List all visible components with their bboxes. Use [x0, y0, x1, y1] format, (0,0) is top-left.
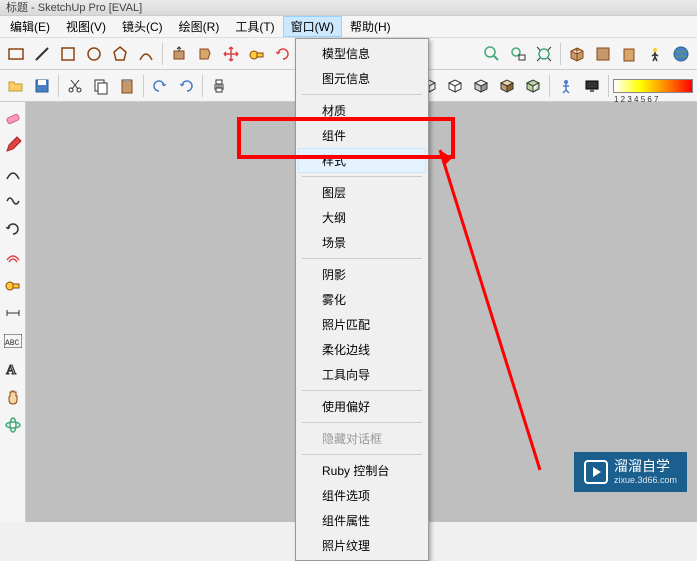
person-icon[interactable] [554, 74, 578, 98]
svg-text:ABC: ABC [5, 339, 20, 348]
polygon-icon[interactable] [108, 42, 132, 66]
open-icon[interactable] [4, 74, 28, 98]
svg-text:A: A [6, 363, 17, 378]
gradient-scale: 1 2 3 4 5 6 7 [613, 79, 693, 93]
pushpull-icon[interactable] [167, 42, 191, 66]
menu-layers[interactable]: 图层 [298, 180, 426, 205]
texture-icon[interactable] [495, 74, 519, 98]
zoom-icon[interactable] [480, 42, 504, 66]
dimension-tool-icon[interactable] [2, 302, 24, 324]
copy-icon[interactable] [89, 74, 113, 98]
separator [302, 454, 422, 455]
iso-icon[interactable] [565, 42, 589, 66]
tape-icon[interactable] [245, 42, 269, 66]
3dtext-tool-icon[interactable]: A [2, 358, 24, 380]
app-title: 标题 - SketchUp Pro [EVAL] [6, 2, 142, 14]
undo-icon[interactable] [148, 74, 172, 98]
menu-component-options[interactable]: 组件选项 [298, 483, 426, 508]
mono-icon[interactable] [521, 74, 545, 98]
top-icon[interactable] [591, 42, 615, 66]
menu-photo-textures[interactable]: 照片纹理 [298, 533, 426, 558]
menu-materials[interactable]: 材质 [298, 98, 426, 123]
menu-camera[interactable]: 镜头(C) [114, 16, 171, 37]
left-toolbar: ABC A [0, 102, 26, 522]
shaded-icon[interactable] [469, 74, 493, 98]
separator [549, 75, 550, 97]
paint-icon[interactable] [193, 42, 217, 66]
menu-outliner[interactable]: 大纲 [298, 205, 426, 230]
globe-icon[interactable] [669, 42, 693, 66]
text-tool-icon[interactable]: ABC [2, 330, 24, 352]
play-icon [584, 460, 608, 484]
offset-tool-icon[interactable] [2, 246, 24, 268]
separator [302, 422, 422, 423]
menu-instructor[interactable]: 工具向导 [298, 362, 426, 387]
separator [58, 75, 59, 97]
line-icon[interactable] [30, 42, 54, 66]
menu-soften[interactable]: 柔化边线 [298, 337, 426, 362]
square-icon[interactable] [56, 42, 80, 66]
separator [560, 43, 561, 65]
separator [302, 390, 422, 391]
menu-entity-info[interactable]: 图元信息 [298, 66, 426, 91]
save-icon[interactable] [30, 74, 54, 98]
menu-ruby-console[interactable]: Ruby 控制台 [298, 458, 426, 483]
separator [162, 43, 163, 65]
menu-shadows[interactable]: 阴影 [298, 262, 426, 287]
menu-styles[interactable]: 样式 [298, 148, 426, 173]
orbit-tool-icon[interactable] [2, 414, 24, 436]
menu-fog[interactable]: 雾化 [298, 287, 426, 312]
pan-tool-icon[interactable] [2, 386, 24, 408]
move-icon[interactable] [219, 42, 243, 66]
menu-hide-dialogs: 隐藏对话框 [298, 426, 426, 451]
separator [608, 75, 609, 97]
separator [202, 75, 203, 97]
menu-tools[interactable]: 工具(T) [227, 16, 282, 37]
front-icon[interactable] [617, 42, 641, 66]
rectangle-icon[interactable] [4, 42, 28, 66]
menu-edit[interactable]: 编辑(E) [2, 16, 58, 37]
title-bar: 标题 - SketchUp Pro [EVAL] [0, 0, 697, 16]
menu-photo-match[interactable]: 照片匹配 [298, 312, 426, 337]
watermark-url: zixue.3d66.com [614, 475, 677, 486]
separator [302, 176, 422, 177]
zoomextents-icon[interactable] [532, 42, 556, 66]
menu-draw[interactable]: 绘图(R) [171, 16, 228, 37]
eraser-tool-icon[interactable] [2, 106, 24, 128]
paste-icon[interactable] [115, 74, 139, 98]
menu-components[interactable]: 组件 [298, 123, 426, 148]
hidden-line-icon[interactable] [443, 74, 467, 98]
watermark-title: 溜溜自学 [614, 458, 677, 475]
menu-window[interactable]: 窗口(W) [283, 16, 342, 37]
pencil-tool-icon[interactable] [2, 134, 24, 156]
walk-icon[interactable] [643, 42, 667, 66]
menu-bar: 编辑(E) 视图(V) 镜头(C) 绘图(R) 工具(T) 窗口(W) 帮助(H… [0, 16, 697, 38]
menu-help[interactable]: 帮助(H) [342, 16, 399, 37]
arc-icon[interactable] [134, 42, 158, 66]
menu-component-attrs[interactable]: 组件属性 [298, 508, 426, 533]
cut-icon[interactable] [63, 74, 87, 98]
print-icon[interactable] [207, 74, 231, 98]
separator [143, 75, 144, 97]
freehand-tool-icon[interactable] [2, 190, 24, 212]
tape-tool-icon[interactable] [2, 274, 24, 296]
menu-view[interactable]: 视图(V) [58, 16, 114, 37]
menu-model-info[interactable]: 模型信息 [298, 41, 426, 66]
redo-icon[interactable] [174, 74, 198, 98]
rotate-tool-icon[interactable] [2, 218, 24, 240]
watermark-badge: 溜溜自学 zixue.3d66.com [574, 452, 687, 492]
zoomwindow-icon[interactable] [506, 42, 530, 66]
display-icon[interactable] [580, 74, 604, 98]
menu-scenes[interactable]: 场景 [298, 230, 426, 255]
separator [302, 258, 422, 259]
rotate-icon[interactable] [271, 42, 295, 66]
menu-preferences[interactable]: 使用偏好 [298, 394, 426, 419]
circle-icon[interactable] [82, 42, 106, 66]
arc-tool-icon[interactable] [2, 162, 24, 184]
separator [302, 94, 422, 95]
window-dropdown-menu: 模型信息 图元信息 材质 组件 样式 图层 大纲 场景 阴影 雾化 照片匹配 柔… [295, 38, 429, 561]
